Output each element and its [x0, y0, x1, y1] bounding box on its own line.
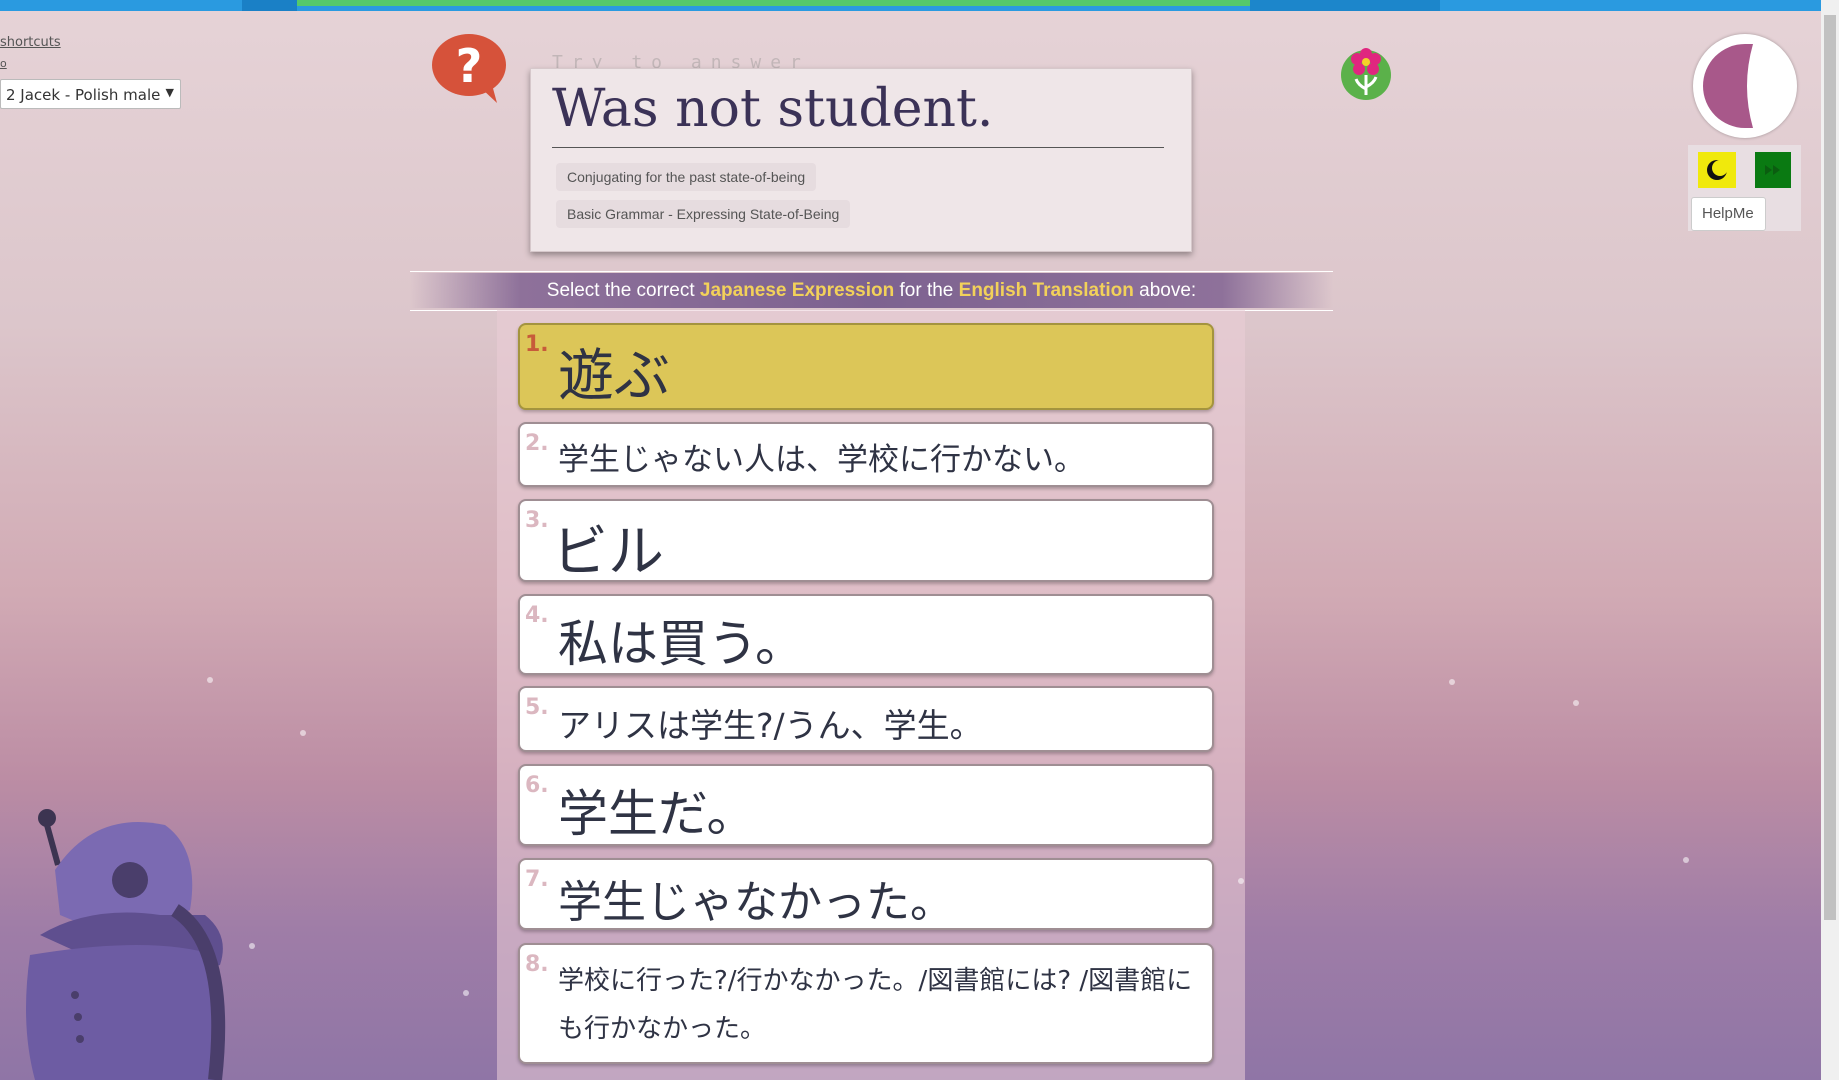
answer-text: 学校に行った?/行かなかった。/図書館には? /図書館にも行かなかった。: [558, 966, 1193, 1044]
robot-mascot-icon: [26, 809, 226, 1080]
answer-text: 私は買う。: [558, 615, 805, 673]
progress-fill: [297, 0, 1250, 11]
answer-option-1[interactable]: 1. 遊ぶ: [518, 323, 1214, 410]
divider: [552, 147, 1164, 148]
answer-number: 4.: [525, 603, 549, 628]
scrollbar-thumb[interactable]: [1824, 15, 1836, 920]
answer-text: 学生じゃなかった。: [558, 877, 954, 928]
grammar-tag[interactable]: Basic Grammar - Expressing State-of-Bein…: [556, 200, 851, 228]
answer-number: 7.: [525, 867, 549, 892]
decor-dot: [300, 730, 306, 736]
answer-number: 6.: [525, 773, 549, 798]
decor-dot: [207, 677, 213, 683]
top-progress-bar: [0, 0, 1839, 11]
voice-select-value: 2 Jacek - Polish male: [6, 86, 161, 104]
secondary-link[interactable]: o: [0, 57, 7, 70]
shortcuts-link[interactable]: shortcuts: [0, 35, 61, 50]
decor-dot: [1683, 857, 1689, 863]
answer-option-4[interactable]: 4. 私は買う。: [518, 594, 1214, 675]
answer-number: 8.: [525, 952, 549, 977]
dropdown-arrow-icon: ▼: [165, 86, 174, 99]
answer-number: 3.: [525, 508, 549, 533]
answer-text: 遊ぶ: [558, 344, 670, 409]
progress-segment-start: [242, 0, 297, 11]
page-scrollbar[interactable]: [1821, 0, 1839, 1080]
helpme-button[interactable]: HelpMe: [1691, 197, 1766, 231]
answer-number: 2.: [525, 431, 549, 456]
answer-number: 5.: [525, 695, 549, 720]
svg-text:?: ?: [456, 39, 483, 93]
voice-select[interactable]: 2 Jacek - Polish male ▼: [0, 79, 181, 109]
question-card: Was not student. Conjugating for the pas…: [530, 68, 1192, 252]
answer-text: アリスは学生?/うん、学生。: [558, 706, 983, 745]
instruction-top-line: [410, 271, 1333, 272]
answer-option-2[interactable]: 2. 学生じゃない人は、学校に行かない。: [518, 422, 1214, 487]
decor-dot: [249, 943, 255, 949]
progress-segment-end: [1250, 0, 1440, 11]
fast-forward-icon[interactable]: [1755, 152, 1791, 188]
timer-pie-icon: [1693, 34, 1797, 138]
decor-dot: [1573, 700, 1579, 706]
instruction-highlight-2: English Translation: [958, 280, 1134, 301]
answer-option-3[interactable]: 3. ビル: [518, 499, 1214, 585]
english-sentence: Was not student.: [552, 79, 994, 139]
answer-text: 学生だ。: [558, 785, 757, 843]
answer-option-5[interactable]: 5. アリスは学生?/うん、学生。: [518, 686, 1214, 752]
instruction-highlight-1: Japanese Expression: [699, 280, 895, 301]
decor-dot: [463, 990, 469, 996]
flower-icon[interactable]: [1340, 45, 1392, 100]
answer-number: 1.: [525, 332, 549, 357]
decor-dot: [1238, 878, 1244, 884]
instruction-bar: Select the correct Japanese Expression f…: [410, 273, 1333, 308]
decor-dot: [1449, 679, 1455, 685]
answer-option-7[interactable]: 7. 学生じゃなかった。: [518, 858, 1214, 930]
answer-option-6[interactable]: 6. 学生だ。: [518, 764, 1214, 846]
answer-text: 学生じゃない人は、学校に行かない。: [558, 442, 1085, 478]
instruction-text-1: Select the correct: [546, 280, 700, 301]
moon-icon[interactable]: [1698, 152, 1736, 188]
answer-option-8[interactable]: 8. 学校に行った?/行かなかった。/図書館には? /図書館にも行かなかった。: [518, 943, 1214, 1064]
grammar-tag[interactable]: Conjugating for the past state-of-being: [556, 163, 817, 191]
instruction-text-2: for the: [894, 280, 959, 301]
instruction-text-3: above:: [1133, 280, 1197, 301]
question-bubble-icon: ?: [432, 34, 506, 103]
answer-text: ビル: [552, 520, 664, 585]
